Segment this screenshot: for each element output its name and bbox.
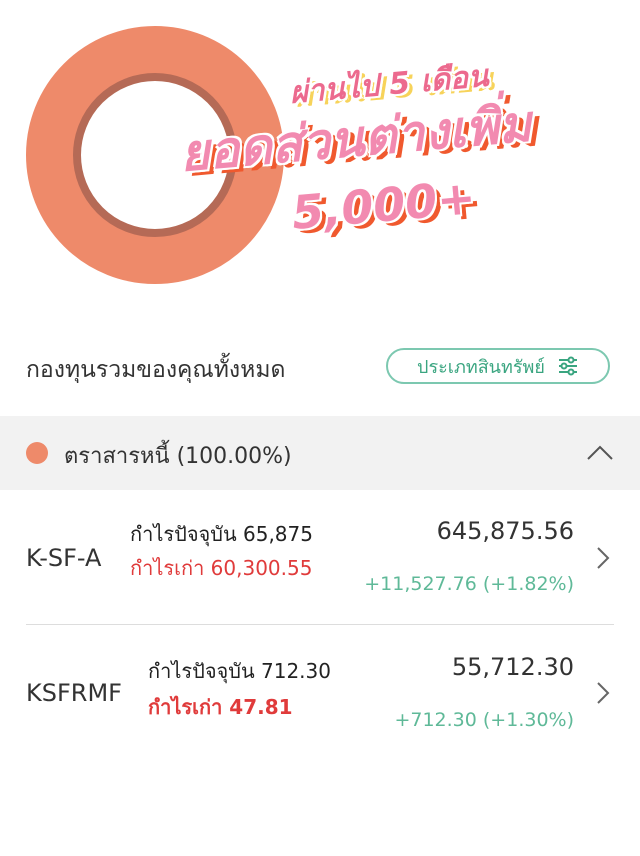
sliders-icon	[558, 356, 577, 376]
portfolio-header: กองทุนรวมของคุณทั้งหมด ประเภทสินทรัพย์	[0, 330, 640, 405]
fund-name: KSFRMF	[26, 679, 122, 707]
fund-row[interactable]: KSFRMF กำไรปัจจุบัน 712.30 กำไรเก่า 47.8…	[0, 625, 640, 756]
fund-old-profit: กำไรเก่า 60,300.55	[130, 556, 313, 580]
asset-group-header[interactable]: ตราสารหนี้ (100.00%)	[0, 416, 640, 490]
fund-old-profit: กำไรเก่า 47.81	[148, 695, 293, 719]
asset-type-filter-button[interactable]: ประเภทสินทรัพย์	[386, 348, 610, 384]
fund-row[interactable]: K-SF-A กำไรปัจจุบัน 65,875 กำไรเก่า 60,3…	[0, 490, 640, 624]
fund-value: 645,875.56	[436, 517, 574, 545]
chevron-right-icon[interactable]	[596, 681, 610, 705]
fund-name: K-SF-A	[26, 544, 102, 572]
fund-current-profit: กำไรปัจจุบัน 65,875	[130, 522, 313, 546]
filter-label: ประเภทสินทรัพย์	[417, 356, 545, 378]
group-label: ตราสารหนี้ (100.00%)	[64, 444, 292, 469]
chevron-up-icon[interactable]	[586, 443, 614, 461]
fund-change: +712.30 (+1.30%)	[394, 709, 574, 731]
chevron-right-icon[interactable]	[596, 546, 610, 570]
fund-value: 55,712.30	[451, 653, 574, 681]
portfolio-title: กองทุนรวมของคุณทั้งหมด	[26, 357, 286, 383]
promo-banner[interactable]: ผ่านไป 5 เดือน ยอดส่วนต่างเพิ่ม 5,000+	[0, 0, 640, 315]
group-color-dot	[26, 442, 48, 464]
fund-change: +11,527.76 (+1.82%)	[364, 573, 574, 595]
fund-current-profit: กำไรปัจจุบัน 712.30	[148, 659, 331, 683]
